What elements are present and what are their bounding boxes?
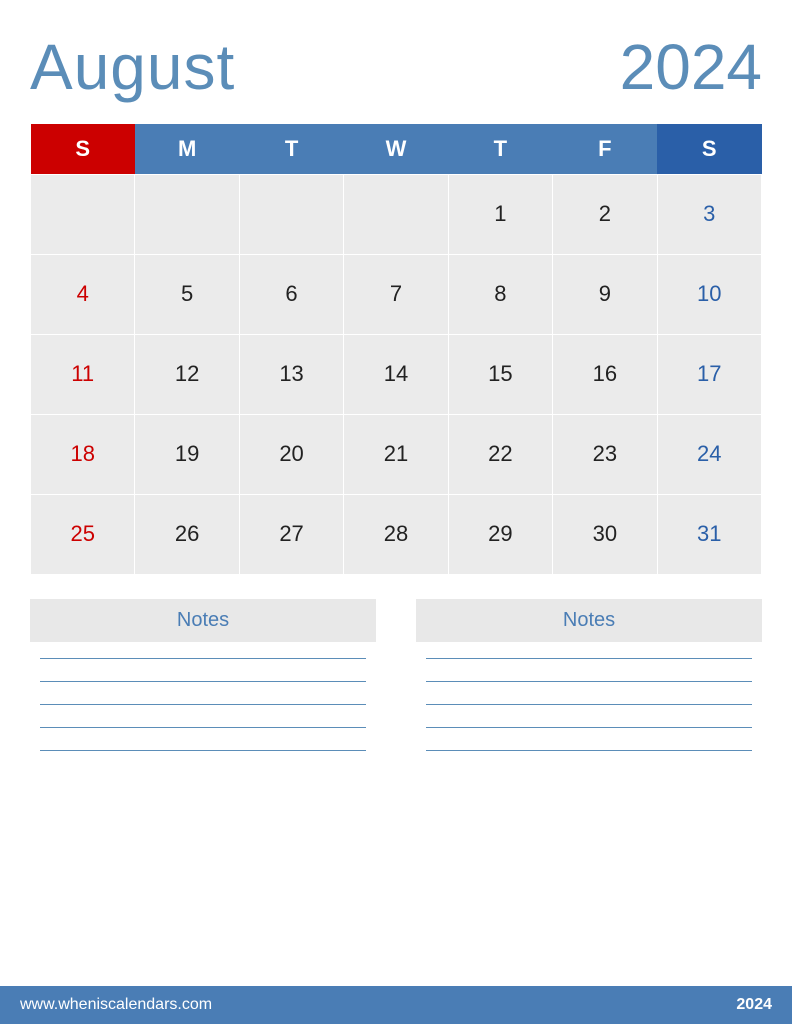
notes-label-right: Notes bbox=[563, 609, 615, 631]
calendar-day-cell: 23 bbox=[553, 414, 657, 494]
calendar-day-cell: 12 bbox=[135, 334, 239, 414]
header-sunday: S bbox=[31, 124, 135, 174]
month-title: August bbox=[30, 30, 235, 104]
header-saturday: S bbox=[657, 124, 761, 174]
calendar-week-row: 45678910 bbox=[31, 254, 762, 334]
calendar-week-row: 123 bbox=[31, 174, 762, 254]
calendar-day-cell: 6 bbox=[239, 254, 343, 334]
calendar-day-cell: 4 bbox=[31, 254, 135, 334]
notes-line bbox=[426, 681, 752, 682]
calendar-day-cell bbox=[135, 174, 239, 254]
header-thursday: T bbox=[448, 124, 552, 174]
calendar-day-cell: 26 bbox=[135, 494, 239, 574]
calendar-day-cell: 30 bbox=[553, 494, 657, 574]
notes-line bbox=[426, 658, 752, 659]
calendar-day-cell: 8 bbox=[448, 254, 552, 334]
footer: www.wheniscalendars.com 2024 bbox=[0, 986, 792, 1024]
calendar-day-cell: 16 bbox=[553, 334, 657, 414]
calendar-day-cell bbox=[344, 174, 448, 254]
calendar-day-cell: 13 bbox=[239, 334, 343, 414]
notes-line bbox=[40, 681, 366, 682]
footer-url: www.wheniscalendars.com bbox=[20, 996, 212, 1014]
calendar-day-cell: 24 bbox=[657, 414, 761, 494]
calendar-day-cell: 17 bbox=[657, 334, 761, 414]
calendar-day-cell: 9 bbox=[553, 254, 657, 334]
calendar-table: S M T W T F S 12345678910111213141516171… bbox=[30, 124, 762, 575]
calendar-day-cell: 3 bbox=[657, 174, 761, 254]
notes-section: Notes Notes bbox=[30, 599, 762, 987]
calendar-week-row: 18192021222324 bbox=[31, 414, 762, 494]
notes-line bbox=[40, 750, 366, 751]
notes-line bbox=[40, 704, 366, 705]
calendar-day-cell: 1 bbox=[448, 174, 552, 254]
header-wednesday: W bbox=[344, 124, 448, 174]
notes-label-left: Notes bbox=[177, 609, 229, 631]
calendar-day-cell: 29 bbox=[448, 494, 552, 574]
calendar-body: 1234567891011121314151617181920212223242… bbox=[31, 174, 762, 574]
calendar-day-cell: 28 bbox=[344, 494, 448, 574]
calendar-day-cell: 27 bbox=[239, 494, 343, 574]
calendar-day-cell: 18 bbox=[31, 414, 135, 494]
notes-line bbox=[40, 727, 366, 728]
header: August 2024 bbox=[30, 30, 762, 104]
calendar-day-cell: 20 bbox=[239, 414, 343, 494]
notes-line bbox=[426, 727, 752, 728]
notes-box-left: Notes bbox=[30, 599, 376, 977]
calendar-day-cell bbox=[239, 174, 343, 254]
calendar-page: August 2024 S M T W T F S 12345678910111… bbox=[0, 0, 792, 1024]
calendar-day-cell bbox=[31, 174, 135, 254]
calendar-day-cell: 7 bbox=[344, 254, 448, 334]
calendar-day-cell: 11 bbox=[31, 334, 135, 414]
header-monday: M bbox=[135, 124, 239, 174]
calendar-day-cell: 15 bbox=[448, 334, 552, 414]
notes-label-container-left: Notes bbox=[30, 599, 376, 642]
calendar-day-cell: 19 bbox=[135, 414, 239, 494]
header-friday: F bbox=[553, 124, 657, 174]
calendar-day-cell: 25 bbox=[31, 494, 135, 574]
footer-year: 2024 bbox=[736, 996, 772, 1014]
calendar-week-row: 11121314151617 bbox=[31, 334, 762, 414]
year-title: 2024 bbox=[620, 30, 762, 104]
day-header-row: S M T W T F S bbox=[31, 124, 762, 174]
notes-lines-right bbox=[416, 658, 762, 751]
notes-box-right: Notes bbox=[416, 599, 762, 977]
calendar-day-cell: 21 bbox=[344, 414, 448, 494]
notes-label-container-right: Notes bbox=[416, 599, 762, 642]
calendar-day-cell: 5 bbox=[135, 254, 239, 334]
calendar-week-row: 25262728293031 bbox=[31, 494, 762, 574]
notes-lines-left bbox=[30, 658, 376, 751]
calendar-container: S M T W T F S 12345678910111213141516171… bbox=[30, 124, 762, 575]
calendar-day-cell: 22 bbox=[448, 414, 552, 494]
calendar-day-cell: 10 bbox=[657, 254, 761, 334]
notes-line bbox=[426, 750, 752, 751]
calendar-day-cell: 14 bbox=[344, 334, 448, 414]
calendar-day-cell: 31 bbox=[657, 494, 761, 574]
notes-line bbox=[40, 658, 366, 659]
header-tuesday: T bbox=[239, 124, 343, 174]
notes-line bbox=[426, 704, 752, 705]
calendar-day-cell: 2 bbox=[553, 174, 657, 254]
